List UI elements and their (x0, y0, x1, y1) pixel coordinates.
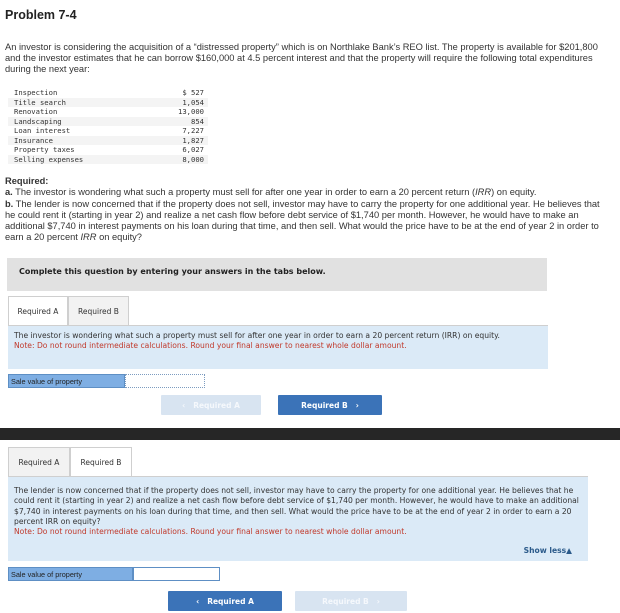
expenditure-item: Landscaping (8, 116, 144, 126)
sale-value-label: Sale value of property (8, 567, 133, 581)
expenditure-amount: 6,027 (182, 145, 204, 154)
expenditure-amount: 1,827 (143, 135, 208, 145)
instructions-banner: Complete this question by entering your … (7, 258, 547, 291)
required-b-text: b. The lender is now concerned that if t… (5, 199, 610, 244)
expenditure-row: Selling expenses 8,000 (8, 154, 208, 164)
prev-required-a-button[interactable]: ‹ Required A (168, 591, 282, 611)
chevron-left-icon: ‹ (196, 596, 200, 606)
required-a-pre: The investor is wondering what such a pr… (12, 187, 476, 198)
question-text-b: The lender is now concerned that if the … (14, 486, 579, 526)
expenditure-item: Selling expenses (8, 154, 144, 164)
expenditure-row: Renovation 13,000 (8, 107, 208, 117)
expenditure-amount: 13,000 (178, 107, 204, 116)
required-a-label: a. (5, 187, 13, 198)
required-a-post: ) on equity. (491, 187, 537, 198)
expenditure-item: Property taxes (14, 145, 75, 154)
rounding-note-a: Note: Do not round intermediate calculat… (14, 341, 407, 351)
prev-button-label: Required A (207, 596, 254, 606)
sale-value-input-b[interactable] (133, 567, 220, 581)
expenditure-row: Loan interest 7,227 (8, 126, 208, 136)
section-divider (0, 428, 620, 440)
sale-value-input-a[interactable] (125, 374, 205, 388)
next-button-label: Required B (322, 596, 369, 606)
sale-value-label: Sale value of property (8, 374, 125, 388)
answer-row-b: Sale value of property (8, 567, 220, 581)
expenditure-amount: 8,000 (143, 154, 208, 164)
problem-title: Problem 7-4 (5, 8, 77, 22)
chevron-right-icon: › (376, 596, 380, 606)
expenditures-table: Inspection $ 527 Title search 1,054 Renovati… (8, 88, 208, 164)
question-box-b: The lender is now concerned that if the … (8, 477, 588, 561)
expenditure-row: Property taxes 6,027 (8, 145, 208, 155)
expenditure-item: Insurance (8, 135, 144, 145)
expenditure-item: Loan interest (14, 126, 71, 135)
show-less-label: Show less (523, 545, 567, 555)
chevron-left-icon: ‹ (182, 400, 186, 410)
expenditure-amount: 854 (143, 116, 208, 126)
next-button-label: Required B (301, 400, 348, 410)
answer-row-a: Sale value of property (8, 374, 205, 388)
prev-button-label: Required A (193, 400, 240, 410)
irr-term: IRR (80, 232, 97, 243)
tab-required-b[interactable]: Required B (68, 296, 129, 326)
problem-intro: An investor is considering the acquisiti… (5, 42, 598, 75)
next-required-b-button[interactable]: Required B › (295, 591, 407, 611)
question-box-a: The investor is wondering what such a pr… (8, 326, 548, 369)
expenditure-row: Title search 1,054 (8, 97, 208, 107)
expenditure-row: Insurance 1,827 (8, 135, 208, 145)
tab-required-b[interactable]: Required B (70, 447, 132, 477)
expenditure-amount: $ 527 (182, 88, 204, 97)
irr-term: IRR (475, 187, 492, 198)
required-a-text: a. The investor is wondering what such a… (5, 187, 610, 198)
rounding-note-b: Note: Do not round intermediate calculat… (14, 527, 407, 537)
required-b-post: on equity? (96, 232, 142, 243)
tab-bar-a: Required A Required B (8, 296, 129, 326)
chevron-right-icon: › (355, 400, 359, 410)
tab-required-a[interactable]: Required A (8, 296, 68, 326)
next-required-b-button[interactable]: Required B › (278, 395, 382, 415)
expenditure-row: Inspection $ 527 (8, 88, 208, 98)
prev-required-a-button[interactable]: ‹ Required A (161, 395, 261, 415)
tab-required-a[interactable]: Required A (8, 447, 70, 477)
expenditure-amount: 1,054 (143, 97, 208, 107)
tab-bar-b: Required A Required B (8, 447, 132, 477)
triangle-up-icon: ▲ (566, 545, 572, 555)
expenditure-item: Renovation (14, 107, 58, 116)
expenditure-row: Landscaping 854 (8, 116, 208, 126)
expenditure-item: Inspection (14, 88, 58, 97)
show-less-link[interactable]: Show less▲ (524, 546, 572, 556)
question-text-a: The investor is wondering what such a pr… (14, 331, 500, 340)
required-section: Required: a. The investor is wondering w… (5, 176, 610, 244)
expenditure-item: Title search (8, 97, 144, 107)
expenditure-amount: 7,227 (182, 126, 204, 135)
required-heading: Required: (5, 176, 49, 186)
